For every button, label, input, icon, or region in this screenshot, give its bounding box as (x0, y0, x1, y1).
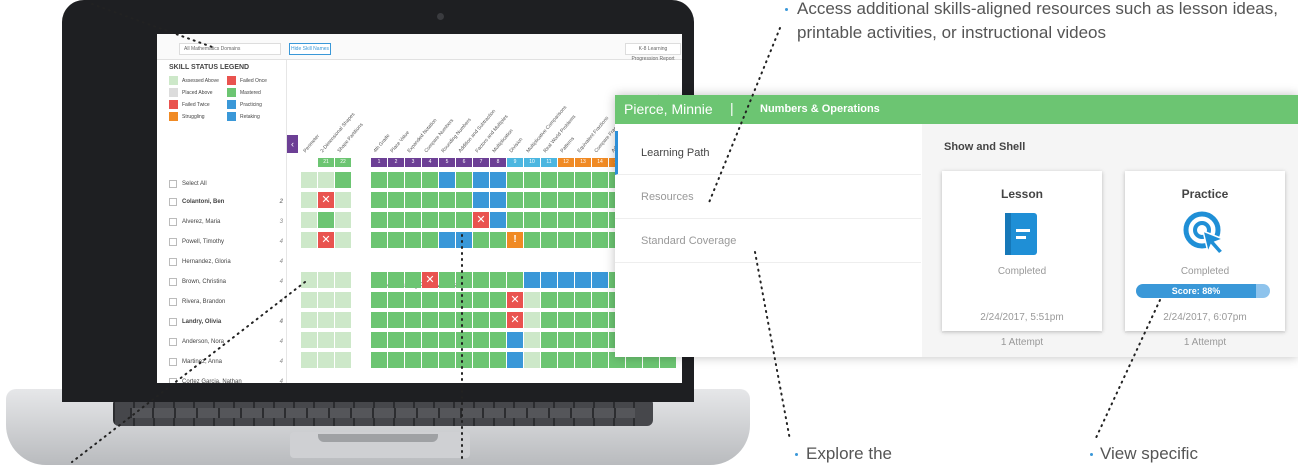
stage: All Mathematics Domains Hide Skill Names… (0, 0, 1298, 465)
callout-lines (71, 3, 1161, 463)
